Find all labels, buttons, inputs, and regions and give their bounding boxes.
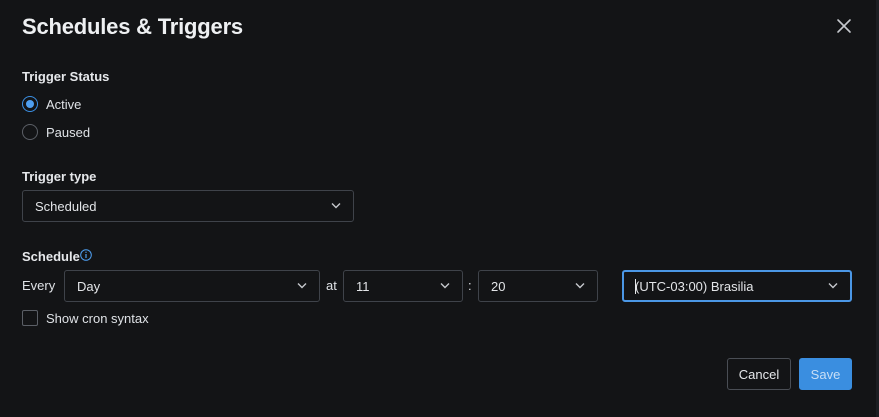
radio-paused[interactable]: Paused: [22, 123, 90, 141]
at-label: at: [326, 278, 337, 293]
trigger-type-value: Scheduled: [35, 198, 97, 214]
cancel-button[interactable]: Cancel: [727, 358, 791, 390]
schedules-triggers-dialog: Schedules & Triggers Trigger Status Acti…: [0, 0, 879, 417]
schedule-label: Schedule: [22, 249, 80, 264]
hour-value: 11: [356, 278, 370, 294]
radio-active-label: Active: [46, 96, 82, 112]
trigger-status-label: Trigger Status: [22, 69, 110, 84]
chevron-down-icon: [575, 282, 585, 289]
every-label: Every: [22, 278, 56, 293]
info-icon[interactable]: [80, 249, 92, 261]
frequency-select[interactable]: Day: [64, 270, 320, 302]
radio-paused-label: Paused: [46, 124, 91, 140]
frequency-value: Day: [77, 278, 101, 294]
close-icon[interactable]: [834, 16, 854, 36]
chevron-down-icon: [828, 282, 838, 289]
radio-active-indicator[interactable]: [22, 96, 38, 112]
time-separator: :: [468, 278, 472, 293]
trigger-type-select[interactable]: Scheduled: [22, 190, 354, 222]
timezone-select[interactable]: (UTC-03:00) Brasilia: [622, 270, 852, 302]
timezone-value: (UTC-03:00) Brasilia: [635, 278, 754, 294]
show-cron-label: Show cron syntax: [46, 310, 149, 326]
radio-paused-indicator[interactable]: [22, 124, 38, 140]
trigger-type-label: Trigger type: [22, 169, 97, 184]
chevron-down-icon: [331, 202, 341, 209]
radio-active[interactable]: Active: [22, 95, 81, 113]
minute-value: 20: [491, 278, 506, 294]
chevron-down-icon: [297, 282, 307, 289]
hour-select[interactable]: 11: [343, 270, 463, 302]
text-caret: [635, 279, 636, 294]
show-cron-checkbox[interactable]: [22, 310, 38, 326]
dialog-title: Schedules & Triggers: [22, 14, 243, 39]
show-cron-checkbox-row[interactable]: Show cron syntax: [22, 310, 149, 326]
minute-select[interactable]: 20: [478, 270, 598, 302]
chevron-down-icon: [440, 282, 450, 289]
save-button[interactable]: Save: [799, 358, 852, 390]
